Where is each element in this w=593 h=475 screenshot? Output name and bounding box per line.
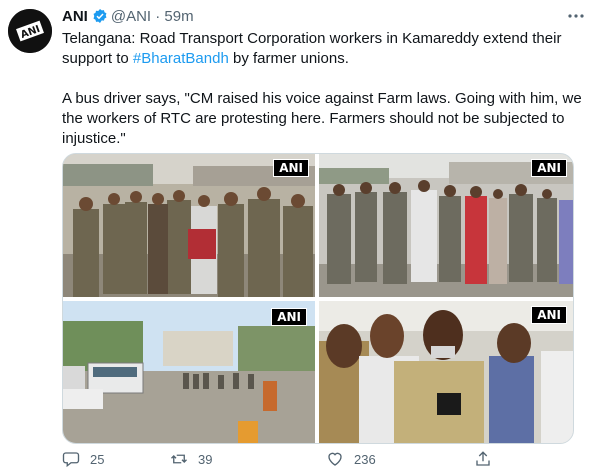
- tweet-actions: 25 39 236: [62, 450, 562, 472]
- author-name[interactable]: ANI: [62, 8, 88, 25]
- photo-workers-gathering[interactable]: ANI: [63, 154, 315, 297]
- share-icon: [476, 451, 490, 466]
- ani-watermark: ANI: [531, 159, 567, 177]
- photo-protest-line[interactable]: ANI: [319, 154, 573, 297]
- ani-logo-icon: ANI: [8, 9, 52, 53]
- photo-bus-driver-interview[interactable]: ANI: [319, 301, 573, 443]
- hashtag-link[interactable]: #BharatBandh: [133, 50, 229, 67]
- like-button[interactable]: 236: [326, 450, 376, 468]
- avatar[interactable]: ANI: [8, 9, 52, 53]
- reply-icon: [62, 452, 80, 468]
- media-grid: ANI ANI ANI ANI: [62, 153, 574, 444]
- author-handle[interactable]: @ANI: [111, 8, 151, 25]
- heart-icon: [328, 452, 342, 466]
- tweet-time[interactable]: 59m: [164, 8, 193, 25]
- photo-bus-depot[interactable]: ANI: [63, 301, 315, 443]
- reply-button[interactable]: 25: [62, 450, 104, 468]
- tweet-text: Telangana: Road Transport Corporation wo…: [62, 29, 582, 149]
- ani-watermark: ANI: [273, 159, 309, 177]
- like-count: 236: [354, 451, 376, 467]
- verified-icon: [92, 8, 108, 28]
- ani-watermark: ANI: [531, 306, 567, 324]
- retweet-button[interactable]: 39: [170, 450, 212, 468]
- tweet-header: ANI @ANI · 59m: [62, 8, 581, 28]
- tweet-line1-tail: by farmer unions.: [228, 50, 349, 67]
- ani-watermark: ANI: [271, 308, 307, 326]
- time-separator: ·: [155, 8, 161, 25]
- tweet-quote: A bus driver says, "CM raised his voice …: [62, 90, 582, 147]
- retweet-icon: [171, 454, 187, 464]
- more-options-icon[interactable]: [565, 8, 587, 26]
- share-button[interactable]: [474, 450, 492, 468]
- retweet-count: 39: [198, 451, 213, 467]
- reply-count: 25: [90, 451, 105, 467]
